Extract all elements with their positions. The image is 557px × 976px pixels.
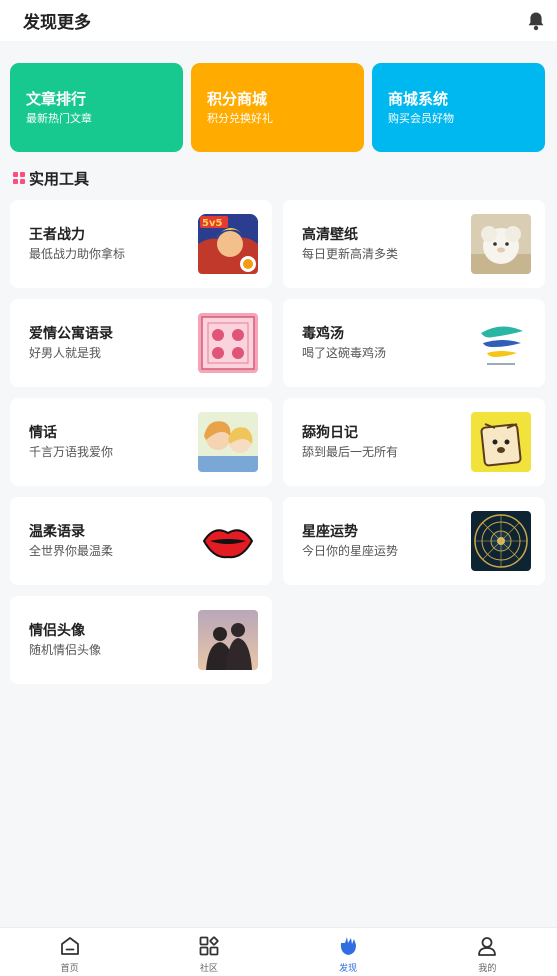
tool-title: 爱情公寓语录 bbox=[29, 326, 113, 342]
promo-row: 文章排行 最新热门文章 积分商城 积分兑换好礼 商城系统 购买会员好物 bbox=[10, 63, 545, 152]
tool-subtitle: 随机情侣头像 bbox=[29, 643, 102, 657]
dog-sticker-thumbnail bbox=[471, 412, 531, 472]
tool-card-simp-diary[interactable]: 舔狗日记 舔到最后一无所有 bbox=[283, 398, 545, 486]
tool-title: 情话 bbox=[29, 425, 57, 441]
plush-toy-thumbnail bbox=[471, 214, 531, 274]
tool-title: 王者战力 bbox=[29, 227, 85, 243]
section-header: 实用工具 bbox=[13, 168, 89, 188]
tool-card-horoscope[interactable]: 星座运势 今日你的星座运势 bbox=[283, 497, 545, 585]
tool-subtitle: 每日更新高清多类 bbox=[302, 247, 399, 261]
promo-title: 积分商城 bbox=[207, 90, 268, 108]
promo-points-mall[interactable]: 积分商城 积分兑换好礼 bbox=[191, 63, 364, 152]
tab-label: 首页 bbox=[60, 964, 79, 974]
user-icon bbox=[478, 937, 497, 956]
promo-subtitle: 积分兑换好礼 bbox=[207, 112, 273, 125]
tool-subtitle: 最低战力助你拿标 bbox=[29, 247, 126, 261]
grid-squares-icon bbox=[13, 172, 25, 184]
tab-community[interactable]: 社区 bbox=[139, 928, 278, 976]
tool-card-hero-power[interactable]: 王者战力 最低战力助你拿标 5v5 bbox=[10, 200, 272, 288]
tool-subtitle: 好男人就是我 bbox=[29, 346, 102, 360]
tab-label: 我的 bbox=[478, 964, 497, 974]
anime-couple-thumbnail bbox=[198, 412, 258, 472]
tool-subtitle: 全世界你最温柔 bbox=[29, 544, 114, 558]
tools-grid: 王者战力 最低战力助你拿标 5v5 高清壁纸 每日更新高清多类 爱情公寓语录 好… bbox=[10, 200, 545, 684]
tool-card-love-apartment[interactable]: 爱情公寓语录 好男人就是我 bbox=[10, 299, 272, 387]
tab-label: 发现 bbox=[339, 964, 358, 974]
tool-card-gentle-quotes[interactable]: 温柔语录 全世界你最温柔 bbox=[10, 497, 272, 585]
tool-title: 星座运势 bbox=[302, 524, 358, 540]
bottom-tab-bar: 首页 社区 发现 我的 bbox=[0, 927, 557, 976]
tool-subtitle: 今日你的星座运势 bbox=[302, 544, 399, 558]
promo-mall-system[interactable]: 商城系统 购买会员好物 bbox=[372, 63, 545, 152]
tool-title: 高清壁纸 bbox=[302, 227, 358, 243]
swirl-logo-thumbnail bbox=[471, 313, 531, 373]
header-bar: 发现更多 bbox=[0, 0, 557, 41]
bell-icon[interactable] bbox=[527, 11, 545, 31]
tool-subtitle: 喝了这碗毒鸡汤 bbox=[302, 346, 387, 360]
tool-title: 毒鸡汤 bbox=[302, 326, 344, 342]
tool-card-love-words[interactable]: 情话 千言万语我爱你 bbox=[10, 398, 272, 486]
section-title: 实用工具 bbox=[29, 169, 90, 188]
tool-card-poison-soup[interactable]: 毒鸡汤 喝了这碗毒鸡汤 bbox=[283, 299, 545, 387]
tab-home[interactable]: 首页 bbox=[0, 928, 139, 976]
couple-silhouette-thumbnail bbox=[198, 610, 258, 670]
home-icon bbox=[60, 937, 79, 955]
promo-subtitle: 最新热门文章 bbox=[26, 112, 92, 125]
promo-subtitle: 购买会员好物 bbox=[388, 112, 454, 125]
grid-icon bbox=[199, 936, 219, 956]
promo-title: 文章排行 bbox=[26, 90, 87, 108]
zodiac-wheel-thumbnail bbox=[471, 511, 531, 571]
tab-mine[interactable]: 我的 bbox=[418, 928, 557, 976]
page-title: 发现更多 bbox=[23, 13, 91, 33]
tool-subtitle: 千言万语我爱你 bbox=[29, 445, 114, 459]
tool-subtitle: 舔到最后一无所有 bbox=[302, 445, 399, 459]
tool-card-wallpaper[interactable]: 高清壁纸 每日更新高清多类 bbox=[283, 200, 545, 288]
tab-discover[interactable]: 发现 bbox=[279, 928, 418, 976]
red-lips-thumbnail bbox=[198, 511, 258, 571]
tool-card-couple-avatar[interactable]: 情侣头像 随机情侣头像 bbox=[10, 596, 272, 684]
discover-icon bbox=[341, 937, 357, 955]
tab-label: 社区 bbox=[199, 964, 218, 974]
promo-title: 商城系统 bbox=[388, 90, 449, 108]
game-hero-thumbnail: 5v5 bbox=[198, 214, 258, 274]
svg-text:5v5: 5v5 bbox=[202, 218, 222, 229]
tool-title: 情侣头像 bbox=[29, 623, 85, 639]
promo-article-ranking[interactable]: 文章排行 最新热门文章 bbox=[10, 63, 183, 152]
tool-title: 舔狗日记 bbox=[302, 425, 358, 441]
love-apartment-thumbnail bbox=[198, 313, 258, 373]
tool-title: 温柔语录 bbox=[29, 524, 85, 540]
